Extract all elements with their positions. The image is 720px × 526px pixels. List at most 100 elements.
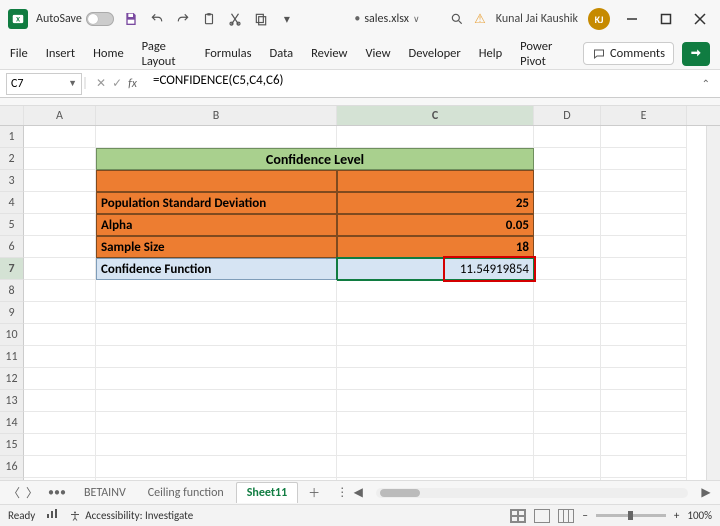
cell[interactable] [601, 324, 687, 346]
chevron-down-icon[interactable]: ▾ [278, 10, 296, 28]
cell[interactable] [601, 390, 687, 412]
zoom-slider[interactable] [596, 514, 666, 517]
cell-c5[interactable]: 0.05 [337, 214, 534, 236]
cell[interactable] [534, 346, 601, 368]
cell[interactable] [24, 302, 96, 324]
tab-developer[interactable]: Developer [409, 46, 461, 61]
row-header-1[interactable]: 1 [0, 126, 24, 148]
cell[interactable] [534, 478, 601, 480]
cell[interactable] [534, 214, 601, 236]
cell[interactable] [601, 148, 687, 170]
row-header-16[interactable]: 16 [0, 456, 24, 478]
col-header-e[interactable]: E [601, 106, 687, 125]
maximize-icon[interactable] [654, 7, 678, 31]
enter-icon[interactable]: ✓ [112, 76, 122, 91]
cell[interactable] [534, 456, 601, 478]
cell-b4[interactable]: Population Standard Deviation [96, 192, 337, 214]
zoom-level[interactable]: 100% [687, 509, 712, 522]
row-header-15[interactable]: 15 [0, 434, 24, 456]
cell-b5[interactable]: Alpha [96, 214, 337, 236]
share-button[interactable] [682, 42, 710, 66]
cell[interactable] [534, 280, 601, 302]
col-header-d[interactable]: D [534, 106, 601, 125]
save-icon[interactable] [122, 10, 140, 28]
cell[interactable] [24, 192, 96, 214]
page-layout-view-icon[interactable] [534, 509, 550, 523]
cell[interactable] [534, 368, 601, 390]
cell[interactable] [24, 258, 96, 280]
cell[interactable] [24, 126, 96, 148]
cell[interactable] [24, 368, 96, 390]
cell[interactable] [96, 324, 337, 346]
cell[interactable] [96, 368, 337, 390]
cell[interactable] [24, 390, 96, 412]
cell[interactable] [24, 170, 96, 192]
cut-icon[interactable] [226, 10, 244, 28]
cell[interactable] [534, 236, 601, 258]
cell[interactable] [96, 346, 337, 368]
cell[interactable] [337, 324, 534, 346]
cell[interactable] [337, 302, 534, 324]
cell[interactable] [534, 390, 601, 412]
cell[interactable] [534, 412, 601, 434]
row-header-6[interactable]: 6 [0, 236, 24, 258]
grid-body[interactable]: 1 2 Confidence Level 3 4 Po [0, 126, 720, 480]
row-header-17[interactable]: 17 [0, 478, 24, 480]
horizontal-scrollbar[interactable] [376, 488, 688, 498]
cell-c4[interactable]: 25 [337, 192, 534, 214]
cell[interactable] [24, 324, 96, 346]
cell[interactable] [96, 302, 337, 324]
tab-power-pivot[interactable]: Power Pivot [520, 39, 565, 69]
cell[interactable] [24, 456, 96, 478]
cell-b7[interactable]: Confidence Function [96, 258, 337, 280]
row-header-4[interactable]: 4 [0, 192, 24, 214]
select-all-corner[interactable] [0, 106, 24, 125]
cell-c6[interactable]: 18 [337, 236, 534, 258]
minimize-icon[interactable] [620, 7, 644, 31]
cell[interactable] [601, 302, 687, 324]
cell[interactable] [96, 390, 337, 412]
cell[interactable] [337, 434, 534, 456]
autosave-toggle[interactable]: AutoSave [36, 12, 114, 26]
col-header-c[interactable]: C [337, 106, 534, 125]
cell[interactable] [337, 390, 534, 412]
hscroll-right-icon[interactable]: ▶ [698, 485, 714, 500]
sheet-tab-ceiling[interactable]: Ceiling function [138, 483, 234, 503]
cell[interactable] [96, 412, 337, 434]
name-box[interactable]: C7 ▼ [6, 73, 82, 95]
tab-page-layout[interactable]: Page Layout [142, 39, 187, 69]
cell[interactable] [337, 368, 534, 390]
tab-home[interactable]: Home [93, 46, 124, 61]
copy-icon[interactable] [252, 10, 270, 28]
cell[interactable] [534, 324, 601, 346]
row-header-7[interactable]: 7 [0, 258, 24, 280]
tab-file[interactable]: File [10, 46, 28, 61]
cell[interactable] [601, 346, 687, 368]
comments-button[interactable]: Comments [583, 42, 674, 65]
cell[interactable] [601, 192, 687, 214]
cell[interactable] [337, 478, 534, 480]
row-header-14[interactable]: 14 [0, 412, 24, 434]
add-sheet-button[interactable]: ＋ [300, 484, 328, 501]
cell[interactable] [534, 148, 601, 170]
hscroll-left-icon[interactable]: ◀ [350, 485, 366, 500]
undo-icon[interactable] [148, 10, 166, 28]
cell[interactable] [24, 346, 96, 368]
cell[interactable] [534, 192, 601, 214]
cell-c7-active[interactable]: 11.54919854 [337, 258, 534, 280]
tab-ellipsis-icon[interactable]: ••• [42, 486, 72, 500]
row-header-10[interactable]: 10 [0, 324, 24, 346]
zoom-out-icon[interactable]: − [582, 509, 587, 522]
cell[interactable] [337, 412, 534, 434]
cell[interactable] [337, 346, 534, 368]
cell[interactable] [96, 126, 337, 148]
cell[interactable] [534, 302, 601, 324]
cell[interactable] [601, 412, 687, 434]
redo-icon[interactable] [174, 10, 192, 28]
cell[interactable] [24, 412, 96, 434]
sheet-menu-icon[interactable]: ⋮ [336, 485, 348, 500]
row-header-13[interactable]: 13 [0, 390, 24, 412]
tab-data[interactable]: Data [270, 46, 294, 61]
close-icon[interactable] [688, 7, 712, 31]
cell[interactable] [601, 214, 687, 236]
